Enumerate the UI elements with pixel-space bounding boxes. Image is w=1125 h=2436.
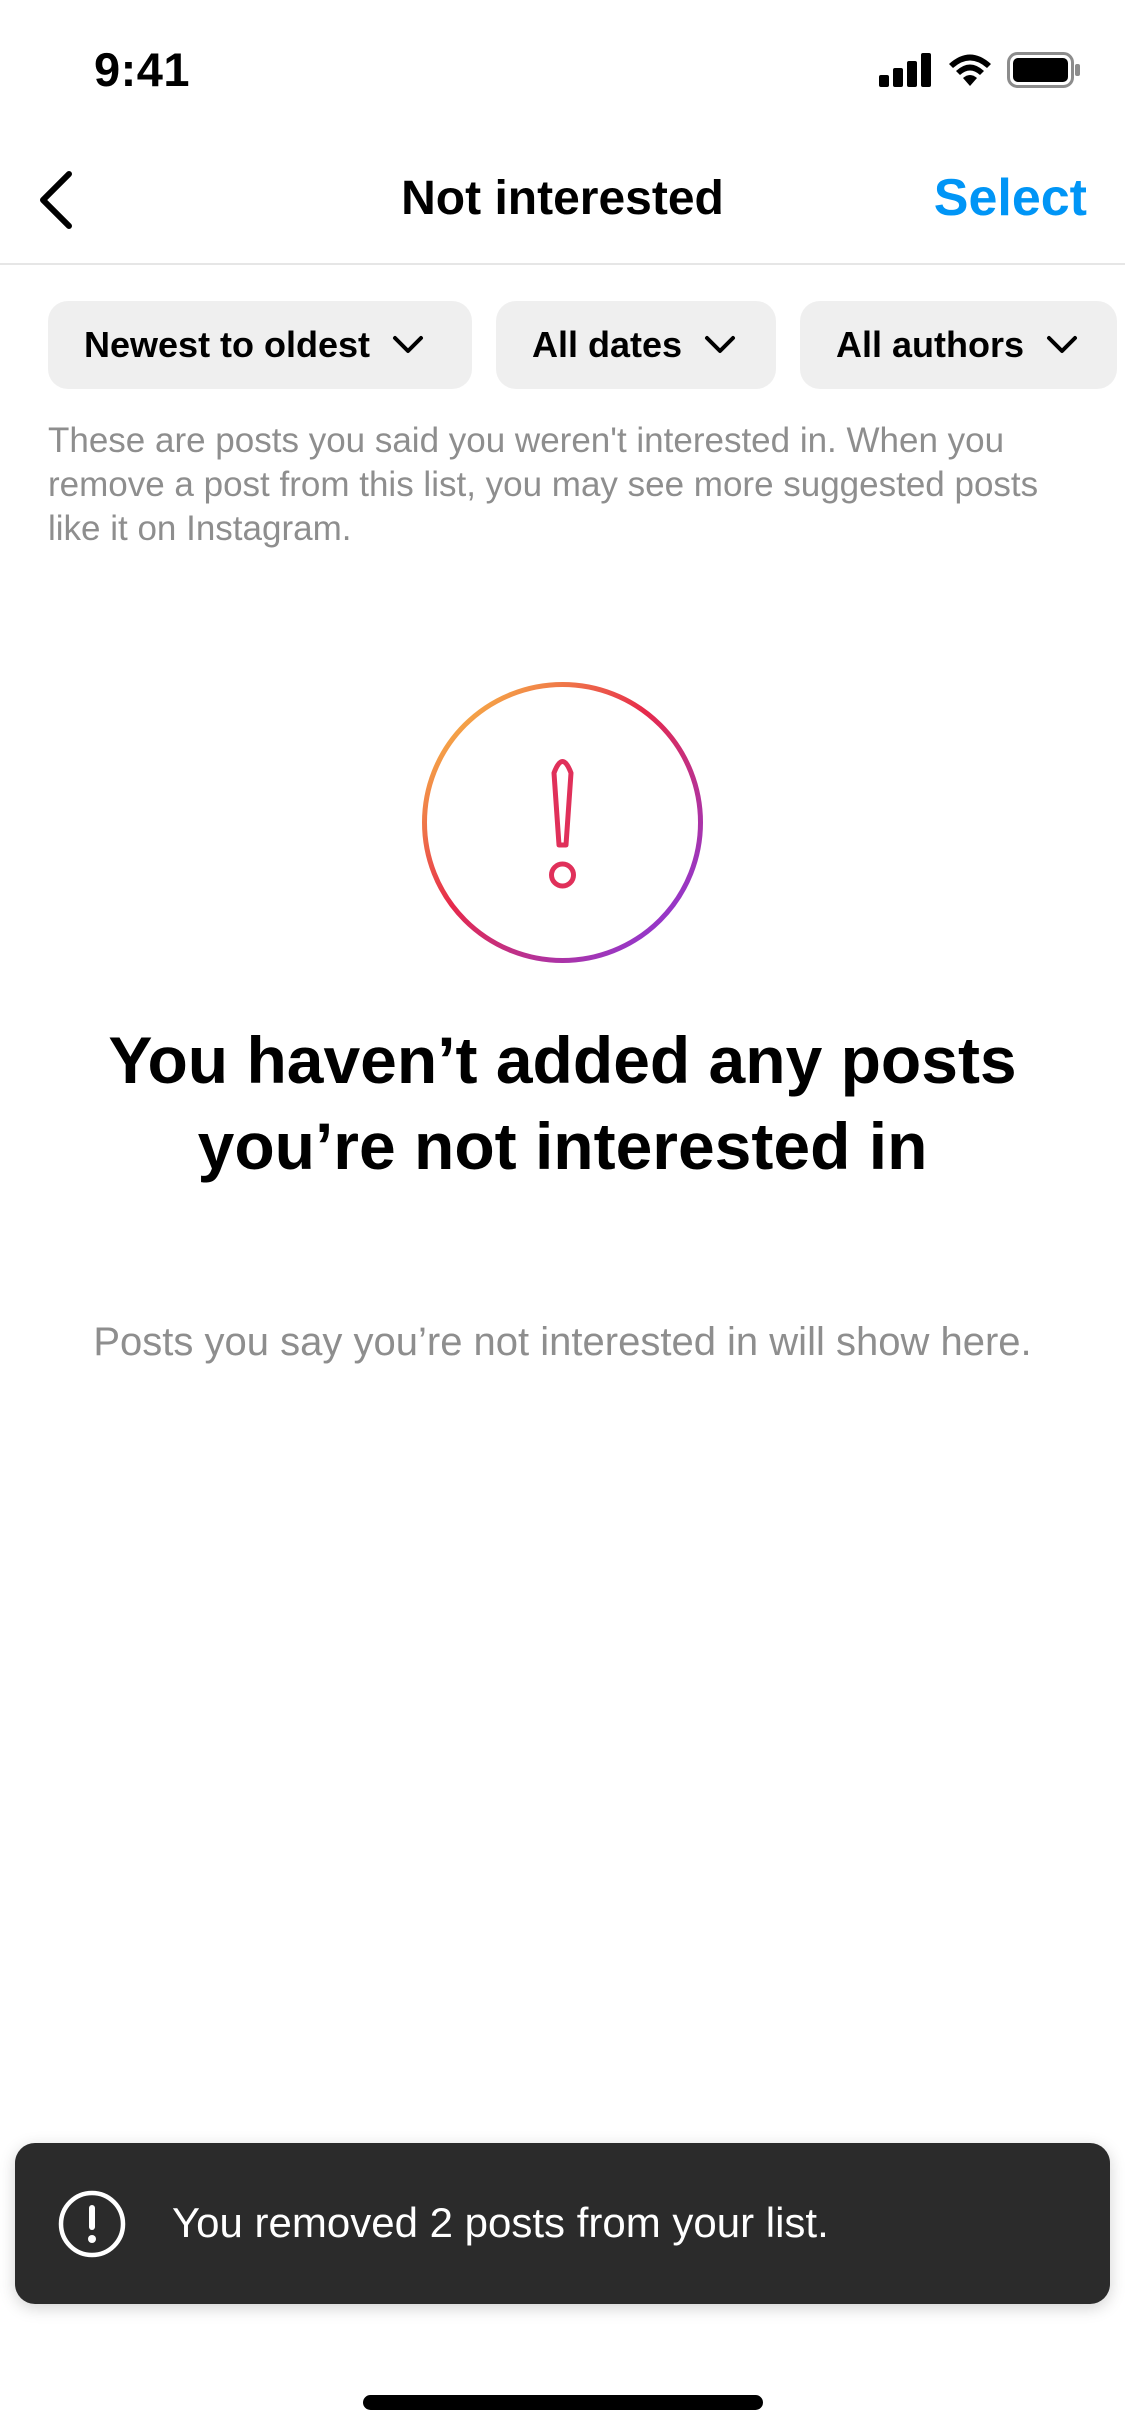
cellular-signal-icon <box>879 53 931 87</box>
sort-order-dropdown[interactable]: Newest to oldest <box>48 301 472 389</box>
navigation-bar: Not interested Select <box>0 135 1125 265</box>
chevron-down-icon <box>1047 336 1078 353</box>
battery-icon <box>1007 52 1080 88</box>
empty-state-title: You haven’t added any posts you’re not i… <box>108 1023 1017 1183</box>
list-description: These are posts you said you weren't int… <box>48 421 1039 548</box>
status-icons <box>879 52 1081 88</box>
toast-notification: You removed 2 posts from your list. <box>15 2143 1110 2304</box>
sort-order-label: Newest to oldest <box>84 324 371 365</box>
status-time: 9:41 <box>94 43 191 96</box>
author-filter-dropdown[interactable]: All authors <box>800 301 1117 389</box>
chevron-down-icon <box>705 336 736 353</box>
date-filter-label: All dates <box>532 324 683 365</box>
wifi-icon <box>949 54 991 86</box>
status-bar: 9:41 <box>0 0 1125 135</box>
author-filter-label: All authors <box>836 324 1025 365</box>
not-interested-screen: 9:41 Not interested Select Newest to old… <box>0 0 1125 2436</box>
exclamation-circle-icon <box>422 682 703 963</box>
exclamation-circle-icon <box>58 2190 126 2258</box>
select-button[interactable]: Select <box>934 168 1087 228</box>
empty-state-subtitle: Posts you say you’re not interested in w… <box>93 1320 1032 1364</box>
filter-bar: Newest to oldest All dates All authors <box>48 301 1117 389</box>
home-indicator[interactable] <box>363 2395 763 2410</box>
date-filter-dropdown[interactable]: All dates <box>496 301 776 389</box>
toast-message: You removed 2 posts from your list. <box>172 2199 829 2246</box>
chevron-down-icon <box>393 336 424 353</box>
